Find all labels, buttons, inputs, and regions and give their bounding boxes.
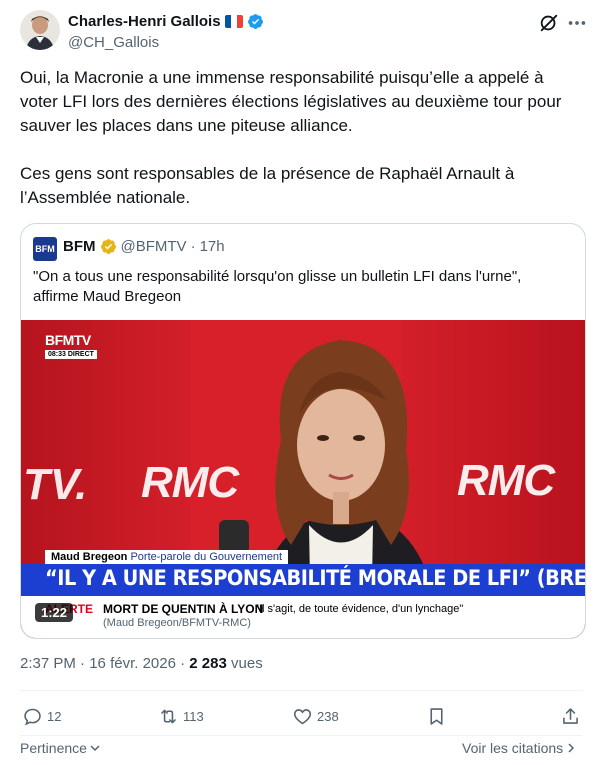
repost-button[interactable]: 113 (158, 706, 204, 727)
tweet-card: Charles-Henri Gallois @CH_Gallois Oui, l… (0, 0, 601, 765)
tweet-text: Oui, la Macronie a une immense responsab… (20, 66, 580, 234)
video-duration: 1:22 (35, 603, 74, 622)
views-count: 2 283 (189, 655, 227, 672)
lower-third-name: Maud Bregeon Porte-parole du Gouvernemen… (45, 550, 289, 564)
quote-header: BFM @BFMTV · 17h (63, 238, 225, 255)
quote-timestamp[interactable]: 17h (200, 238, 225, 255)
author-name-row: Charles-Henri Gallois (68, 13, 264, 30)
author-avatar[interactable] (20, 10, 60, 50)
author-display-name[interactable]: Charles-Henri Gallois (68, 13, 221, 30)
grok-icon[interactable] (538, 12, 560, 34)
view-quotes-link[interactable]: Voir les citations (462, 740, 577, 756)
like-button[interactable]: 238 (292, 706, 339, 727)
relevance-label: Pertinence (20, 740, 87, 756)
quote-separator: · (190, 238, 196, 255)
share-icon (563, 708, 578, 724)
tweet-time[interactable]: 2:37 PM (20, 655, 76, 672)
quote-text: "On a tous une responsabilité lorsqu'on … (33, 268, 522, 305)
author-handle[interactable]: @CH_Gallois (68, 34, 159, 51)
like-count: 238 (317, 709, 339, 724)
action-bar: 12 113 238 (20, 706, 582, 730)
share-button[interactable] (560, 706, 581, 727)
more-options-icon[interactable] (566, 12, 588, 34)
relevance-dropdown[interactable]: Pertinence (20, 740, 101, 756)
live-badge: 08:33 DIRECT (45, 350, 97, 359)
tweet-date[interactable]: 16 févr. 2026 (89, 655, 176, 672)
reply-count: 12 (47, 709, 62, 724)
quote-author-name[interactable]: BFM (63, 238, 96, 255)
channel-logo: BFMTV (45, 332, 91, 348)
view-quotes-label: Voir les citations (462, 740, 564, 756)
tweet-paragraph: Ces gens sont responsables de la présenc… (20, 164, 515, 207)
ticker-text: "Il s'agit, de toute évidence, d'un lync… (103, 602, 493, 630)
reply-button[interactable]: 12 (22, 706, 61, 727)
views-label: vues (226, 655, 263, 672)
chevron-right-icon (568, 743, 575, 753)
reply-icon (24, 708, 41, 726)
repost-icon (161, 709, 176, 724)
meta-separator: · (175, 655, 190, 672)
ticker-quote: "Il s'agit, de toute évidence, d'un lync… (255, 603, 464, 615)
quoted-tweet[interactable]: BFM BFM @BFMTV · 17h "On a tous une resp… (20, 223, 586, 639)
lower-third-person: Maud Bregeon (51, 551, 128, 563)
ticker-source: (Maud Bregeon/BFMTV-RMC) (103, 617, 251, 629)
divider (20, 735, 582, 736)
verified-badge-icon[interactable] (247, 13, 264, 30)
quote-avatar[interactable]: BFM (33, 237, 57, 261)
quote-video[interactable]: TV. RMC V RMC BFMTV 08:33 DIRECT Maud Br… (21, 320, 585, 638)
france-flag-icon (224, 15, 243, 28)
meta-separator: · (75, 655, 90, 672)
bookmark-button[interactable] (426, 706, 447, 727)
quote-author-handle[interactable]: @BFMTV (121, 238, 187, 255)
chevron-down-icon (90, 745, 100, 752)
studio-bg-text: TV. (23, 460, 88, 509)
bookmark-icon (430, 708, 443, 725)
tweet-paragraph: Oui, la Macronie a une immense responsab… (20, 68, 562, 135)
repost-count: 113 (183, 709, 204, 724)
divider (20, 690, 582, 691)
video-headline: “IL Y A UNE RESPONSABILITÉ MORALE DE LFI… (45, 566, 585, 590)
lower-third-role: Porte-parole du Gouvernement (130, 551, 283, 563)
verified-gold-badge-icon (100, 239, 116, 254)
tweet-meta: 2:37 PM · 16 févr. 2026 · 2 283 vues (20, 655, 263, 672)
heart-icon (293, 709, 312, 725)
